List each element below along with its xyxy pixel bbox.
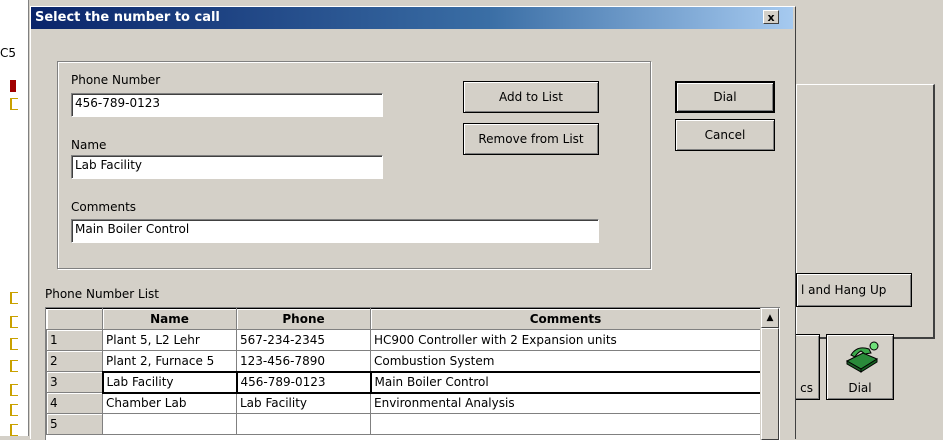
dial-label: Dial	[713, 90, 737, 104]
cell-comments[interactable]: Combustion System	[370, 350, 761, 372]
background-marker	[10, 424, 18, 436]
close-button[interactable]: x	[763, 10, 779, 24]
phone-number-list-label: Phone Number List	[45, 287, 159, 301]
background-marker	[10, 292, 18, 304]
scrollbar-thumb[interactable]	[761, 328, 779, 440]
table-row[interactable]: 2 Plant 2, Furnace 5 123-456-7890 Combus…	[46, 350, 761, 372]
dial-button[interactable]: Dial	[675, 81, 775, 113]
column-header-phone[interactable]: Phone	[236, 308, 371, 330]
add-to-list-button[interactable]: Add to List	[463, 81, 599, 113]
background-marker	[10, 360, 18, 372]
close-icon: x	[767, 11, 775, 24]
dial-and-hang-up-label: l and Hang Up	[801, 283, 887, 297]
comments-field[interactable]: Main Boiler Control	[71, 219, 599, 243]
table-row[interactable]: 5	[46, 413, 761, 435]
name-field[interactable]: Lab Facility	[71, 155, 383, 179]
phone-number-table: Name Phone Comments 1 Plant 5, L2 Lehr 5…	[46, 308, 762, 435]
cell-name[interactable]: Chamber Lab	[102, 392, 237, 414]
dial-and-hang-up-button[interactable]: l and Hang Up	[796, 273, 912, 307]
add-to-list-label: Add to List	[499, 90, 563, 104]
cancel-button[interactable]: Cancel	[675, 119, 775, 151]
background-marker	[10, 316, 18, 328]
row-number[interactable]: 4	[46, 392, 103, 414]
phone-number-field[interactable]: 456-789-0123	[71, 93, 383, 117]
remove-from-list-button[interactable]: Remove from List	[463, 123, 599, 155]
cell-comments[interactable]: Environmental Analysis	[370, 392, 761, 414]
row-number[interactable]: 3	[46, 371, 103, 393]
table-row[interactable]: 1 Plant 5, L2 Lehr 567-234-2345 HC900 Co…	[46, 329, 761, 351]
cell-comments[interactable]: Main Boiler Control	[369, 370, 762, 394]
cell-phone[interactable]: 567-234-2345	[236, 329, 371, 351]
dial-tile-button[interactable]: Dial	[826, 334, 894, 400]
comments-label: Comments	[71, 200, 137, 214]
cell-phone[interactable]: 456-789-0123	[235, 370, 372, 394]
name-label: Name	[71, 138, 107, 152]
background-marker	[10, 338, 18, 350]
select-number-dialog: Select the number to call x Phone Number…	[30, 6, 796, 440]
row-header-corner	[46, 308, 103, 330]
cell-comments[interactable]	[370, 413, 761, 435]
grid-vertical-scrollbar[interactable]: ▲	[760, 308, 779, 440]
cell-name[interactable]: Lab Facility	[101, 370, 238, 394]
dialog-title-bar[interactable]: Select the number to call x	[31, 7, 793, 29]
table-row-selected[interactable]: 3 Lab Facility 456-789-0123 Main Boiler …	[46, 370, 762, 394]
scroll-up-arrow-icon[interactable]: ▲	[761, 308, 779, 328]
phone-number-label: Phone Number	[71, 73, 161, 87]
telephone-icon	[845, 341, 879, 373]
background-marker	[10, 404, 18, 416]
row-number[interactable]: 1	[46, 329, 103, 351]
cell-phone[interactable]: Lab Facility	[236, 392, 371, 414]
cell-name[interactable]	[102, 413, 237, 435]
cell-name[interactable]: Plant 2, Furnace 5	[102, 350, 237, 372]
cancel-label: Cancel	[704, 128, 746, 142]
table-row[interactable]: 4 Chamber Lab Lab Facility Environmental…	[46, 392, 761, 414]
cell-phone[interactable]	[236, 413, 371, 435]
background-fragment-text: C5	[0, 46, 17, 60]
phone-number-grid[interactable]: Name Phone Comments 1 Plant 5, L2 Lehr 5…	[45, 307, 780, 440]
cell-name[interactable]: Plant 5, L2 Lehr	[102, 329, 237, 351]
background-marker	[10, 80, 16, 92]
table-header-row: Name Phone Comments	[46, 308, 761, 330]
background-marker	[10, 384, 18, 396]
dial-tile-label: Dial	[848, 381, 872, 395]
cell-comments[interactable]: HC900 Controller with 2 Expansion units	[370, 329, 761, 351]
dialog-title: Select the number to call	[35, 10, 220, 25]
column-header-name[interactable]: Name	[102, 308, 237, 330]
background-marker	[10, 98, 18, 110]
column-header-comments[interactable]: Comments	[370, 308, 761, 330]
remove-from-list-label: Remove from List	[478, 132, 584, 146]
cell-phone[interactable]: 123-456-7890	[236, 350, 371, 372]
row-number[interactable]: 2	[46, 350, 103, 372]
row-number[interactable]: 5	[46, 413, 103, 435]
background-app-strip: C5	[0, 0, 29, 436]
